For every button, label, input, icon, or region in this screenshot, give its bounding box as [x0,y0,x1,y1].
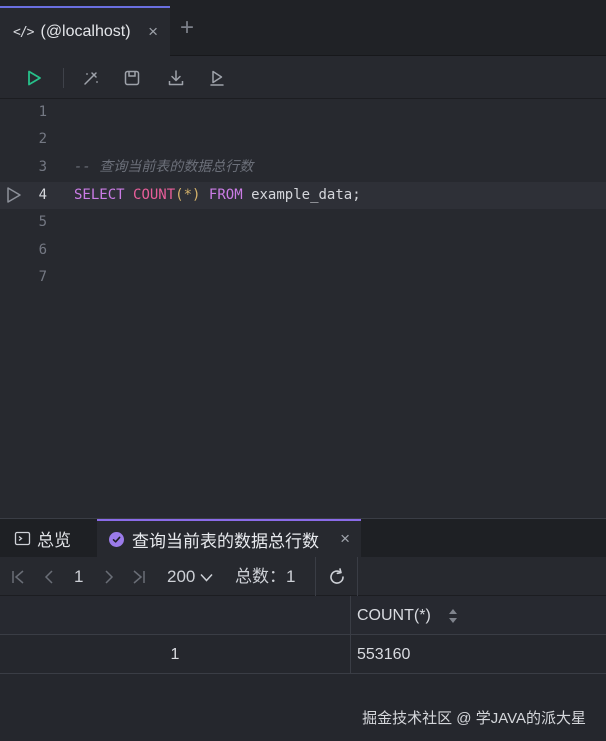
first-page-icon[interactable] [10,569,26,585]
line-number: 2 [38,131,47,147]
explain-icon [210,70,224,86]
sql-editor[interactable]: 1 2 3 -- 查询当前表的数据总行数 4 SELECT COUNT(*) F… [0,99,606,518]
tab-label: (@localhost) [40,23,131,40]
line-number: 5 [38,214,47,230]
code-icon: </> [13,24,35,40]
editor-line[interactable]: 6 [0,237,606,264]
new-tab-button[interactable]: + [180,14,194,42]
result-pager: 1 200 总数：1 [0,557,606,596]
download-button[interactable] [164,66,188,90]
editor-line[interactable]: 7 [0,264,606,291]
editor-tab-bar: </> (@localhost) × + [0,0,606,56]
download-icon [168,70,184,86]
editor-line[interactable]: 2 [0,126,606,153]
last-page-icon[interactable] [131,569,147,585]
cell-count-value[interactable]: 553160 [350,635,606,674]
tab-overview-label: 总览 [37,530,71,550]
total-value: 1 [286,567,296,586]
next-page-icon[interactable] [102,569,116,585]
editor-line[interactable]: 5 [0,209,606,236]
editor-line[interactable]: 1 [0,99,606,126]
run-button[interactable] [22,66,46,90]
close-tab-icon[interactable]: × [148,22,158,42]
editor-line-active[interactable]: 4 SELECT COUNT(*) FROM example_data; [0,182,606,209]
row-number: 1 [170,646,180,663]
sql-comment: -- 查询当前表的数据总行数 [74,159,254,175]
explain-button[interactable] [205,66,229,90]
pager-divider [315,557,316,596]
line-number: 6 [38,242,47,258]
result-tab-bar: 总览 查询当前表的数据总行数 × [0,518,606,558]
column-header-label: COUNT(*) [357,607,431,624]
format-button[interactable] [79,66,103,90]
line-number: 1 [38,104,47,120]
grid-header: COUNT(*) [0,596,606,635]
pager-divider [357,557,358,596]
page-number[interactable]: 1 [74,557,83,596]
line-number: 7 [38,269,47,285]
console-icon [14,531,31,545]
chevron-down-icon [200,573,213,582]
sql-keyword-select: SELECT [74,187,125,203]
save-icon [124,70,140,86]
line-number: 3 [38,159,47,175]
editor-line[interactable]: 3 -- 查询当前表的数据总行数 [0,154,606,181]
toolbar-divider [63,68,64,88]
total-count: 总数：1 [235,557,295,596]
prev-page-icon[interactable] [42,569,56,585]
sql-statement: SELECT COUNT(*) FROM example_data; [74,182,361,209]
editor-toolbar [0,56,606,99]
sort-icon[interactable] [448,608,458,624]
page-size-value: 200 [167,567,196,586]
sql-keyword-from: FROM [208,187,243,203]
refresh-icon[interactable] [327,567,347,587]
tab-query-result[interactable]: 查询当前表的数据总行数 × [97,519,361,558]
table-row[interactable]: 1 553160 [0,635,606,674]
watermark: 掘金技术社区 @ 学JAVA的派大星 [362,710,586,727]
sql-function-count: COUNT [133,187,176,203]
check-circle-icon [109,532,124,547]
line-number: 4 [38,187,47,203]
tab-query-result-label: 查询当前表的数据总行数 [132,532,319,551]
tab-overview[interactable]: 总览 [0,519,97,557]
sql-args: (*) [175,187,201,203]
sql-table-name: example_data; [251,187,361,203]
total-label: 总数： [235,567,286,586]
save-button[interactable] [120,66,144,90]
format-icon [84,72,98,85]
column-header-count[interactable]: COUNT(*) [350,596,606,635]
page-size-select[interactable]: 200 [167,557,213,596]
tab-localhost[interactable]: </> (@localhost) × [0,6,170,56]
close-result-tab-icon[interactable]: × [340,529,350,549]
run-icon [28,70,41,86]
